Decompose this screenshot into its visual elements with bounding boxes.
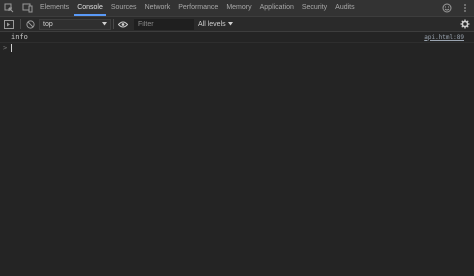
log-levels-dropdown[interactable]: All levels xyxy=(198,21,233,28)
tab-sources[interactable]: Sources xyxy=(107,0,141,16)
console-source-link[interactable]: api.html:89 xyxy=(424,34,464,41)
chevron-down-icon xyxy=(227,22,233,26)
smiley-feedback-icon[interactable] xyxy=(438,0,456,16)
console-output[interactable]: info api.html:89 > xyxy=(0,32,474,276)
toolbar-divider xyxy=(20,19,21,29)
toolbar-divider xyxy=(113,19,114,29)
console-prompt[interactable]: > xyxy=(0,43,474,53)
sidebar-toggle-icon[interactable] xyxy=(0,17,18,31)
filter-input[interactable] xyxy=(134,18,194,30)
console-toolbar: top All levels xyxy=(0,17,474,32)
log-levels-label: All levels xyxy=(198,20,226,28)
tab-audits[interactable]: Audits xyxy=(331,0,358,16)
tab-application[interactable]: Application xyxy=(256,0,298,16)
clear-console-icon[interactable] xyxy=(23,17,37,31)
tab-console[interactable]: Console xyxy=(73,0,107,16)
prompt-chevron-icon: > xyxy=(3,44,8,52)
context-selector[interactable]: top xyxy=(39,18,111,30)
text-caret xyxy=(11,44,13,52)
console-message-row: info api.html:89 xyxy=(0,32,474,43)
devtools-tabbar: Elements Console Sources Network Perform… xyxy=(0,0,474,17)
eye-icon[interactable] xyxy=(116,17,130,31)
context-value: top xyxy=(43,20,53,28)
settings-gear-icon[interactable] xyxy=(456,17,474,31)
more-vert-icon[interactable] xyxy=(456,0,474,16)
tab-security[interactable]: Security xyxy=(298,0,331,16)
tab-network[interactable]: Network xyxy=(141,0,175,16)
chevron-down-icon xyxy=(102,22,107,26)
console-message-text: info xyxy=(11,33,28,41)
device-toolbar-icon[interactable] xyxy=(18,0,36,16)
tab-elements[interactable]: Elements xyxy=(36,0,73,16)
tab-performance[interactable]: Performance xyxy=(174,0,222,16)
tab-memory[interactable]: Memory xyxy=(222,0,255,16)
inspect-element-icon[interactable] xyxy=(0,0,18,16)
